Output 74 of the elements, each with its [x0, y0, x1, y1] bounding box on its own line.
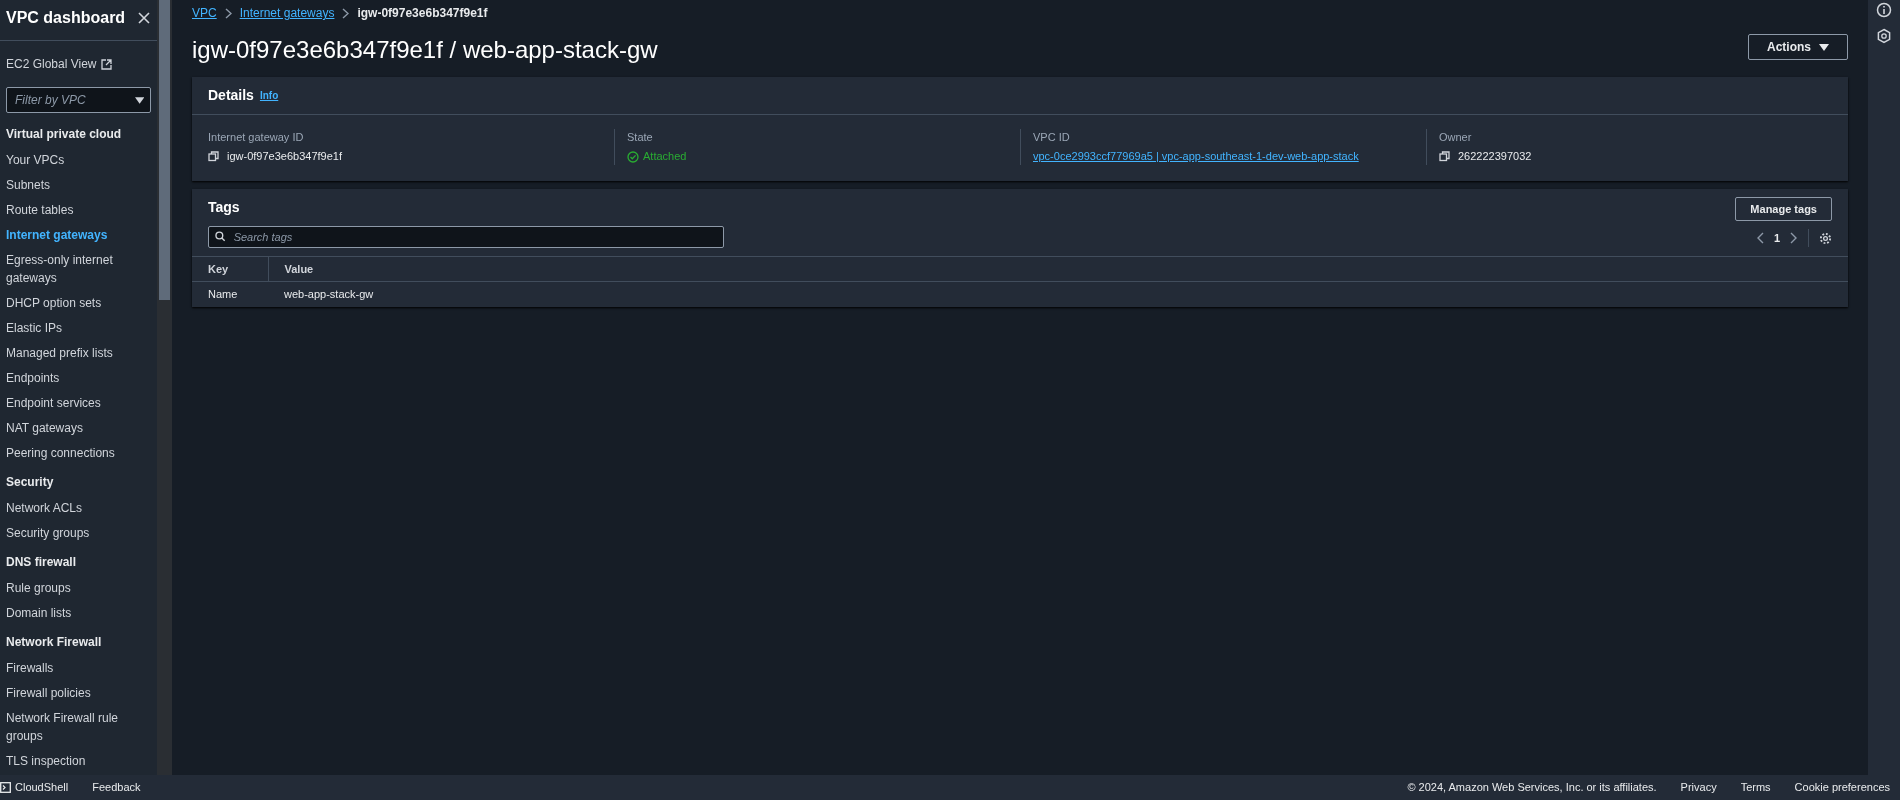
cloudshell-button[interactable]: CloudShell [0, 779, 69, 796]
search-icon [215, 231, 226, 243]
external-link-icon [100, 58, 112, 70]
settings-icon[interactable] [1819, 231, 1832, 245]
footer-link[interactable]: Privacy [1680, 779, 1717, 796]
nav-link[interactable]: NAT gateways [6, 415, 151, 440]
section-heading: Network Firewall [6, 634, 103, 651]
chevron-right-icon [224, 7, 232, 19]
caret-icon [134, 96, 144, 104]
copy-icon[interactable] [208, 151, 219, 163]
nav-link[interactable]: Elastic IPs [6, 315, 151, 340]
breadcrumb-link[interactable]: Internet gateways [239, 4, 335, 22]
actions-button[interactable]: Actions [1748, 34, 1848, 61]
nav-link[interactable]: Subnets [6, 172, 151, 197]
field-label: Internet gateway ID [208, 129, 305, 145]
nav-link[interactable]: Firewall policies [6, 680, 151, 705]
panel-title: Tags [208, 197, 241, 217]
nav-link[interactable]: TLS inspection [6, 748, 151, 773]
nav-link[interactable]: Security groups [6, 520, 151, 545]
section-heading: Virtual private cloud [6, 126, 123, 143]
terminal-icon [0, 782, 11, 793]
close-button[interactable] [137, 11, 151, 25]
chevron-right-icon[interactable] [1790, 232, 1798, 245]
caret-icon [1819, 43, 1829, 51]
nav-link[interactable]: Firewalls [6, 655, 151, 680]
info-icon[interactable] [1876, 2, 1892, 18]
column-header: Value [268, 256, 1848, 282]
global-view-link[interactable]: EC2 Global View [6, 55, 112, 73]
field-label: VPC ID [1033, 129, 1071, 145]
page-title: igw-0f97e3e6b347f9e1f / web-app-stack-gw [192, 36, 658, 65]
field-label: State [627, 129, 654, 145]
footer-link[interactable]: Cookie preferences [1794, 779, 1890, 796]
field-label: Owner [1439, 129, 1473, 145]
breadcrumb-current: igw-0f97e3e6b347f9e1f [357, 5, 488, 22]
table-cell: Name [192, 281, 268, 307]
nav-link[interactable]: DHCP option sets [6, 290, 151, 315]
copyright-text: © 2024, Amazon Web Services, Inc. or its affiliates. [1407, 780, 1657, 796]
check-circle-icon [627, 150, 639, 163]
page-number[interactable]: 1 [1773, 230, 1780, 247]
vpc-link[interactable]: vpc-0ce2993ccf77969a5 | vpc-app-southeast-1-dev-web-app-stack [1033, 148, 1359, 165]
nav-link[interactable]: Your VPCs [6, 147, 151, 172]
panel-title: Details [208, 85, 254, 105]
nav-link[interactable]: Internet gateways [6, 222, 151, 247]
scrollbar-thumb[interactable] [159, 0, 170, 300]
hexagon-icon[interactable] [1876, 28, 1892, 44]
nav-link[interactable]: Network ACLs [6, 495, 151, 520]
info-link[interactable]: Info [259, 87, 279, 103]
chevron-right-icon [342, 7, 350, 19]
manage-tags-button[interactable]: Manage tags [1735, 196, 1832, 222]
copy-icon[interactable] [1439, 151, 1450, 163]
field-value: igw-0f97e3e6b347f9e1f [227, 149, 342, 165]
section-heading: DNS firewall [6, 554, 78, 571]
nav-link[interactable]: Network Firewall rule groups [6, 705, 151, 748]
chevron-left-icon[interactable] [1755, 232, 1764, 245]
nav-link[interactable]: Egress-only internet gateways [6, 247, 151, 290]
filter-dropdown[interactable]: Filter by VPC [6, 87, 151, 113]
nav-link[interactable]: Domain lists [6, 600, 151, 625]
column-header: Key [192, 256, 268, 282]
footer-link[interactable]: Terms [1740, 779, 1771, 796]
nav-link[interactable]: Rule groups [6, 575, 151, 600]
nav-link[interactable]: Endpoint services [6, 390, 151, 415]
nav-link[interactable]: Managed prefix lists [6, 340, 151, 365]
sidebar-title: VPC dashboard [6, 8, 126, 28]
nav-link[interactable]: Route tables [6, 197, 151, 222]
section-heading: Security [6, 474, 55, 491]
table-cell: web-app-stack-gw [268, 281, 1848, 307]
feedback-link[interactable]: Feedback [92, 779, 141, 796]
nav-link[interactable]: Endpoints [6, 365, 151, 390]
close-icon [137, 11, 151, 25]
field-value: 262222397032 [1458, 149, 1532, 165]
nav-link[interactable]: Peering connections [6, 440, 151, 465]
breadcrumb-link[interactable]: VPC [192, 4, 217, 22]
status-text: Attached [643, 149, 687, 165]
filter-input[interactable]: Filter by VPC [13, 88, 135, 112]
